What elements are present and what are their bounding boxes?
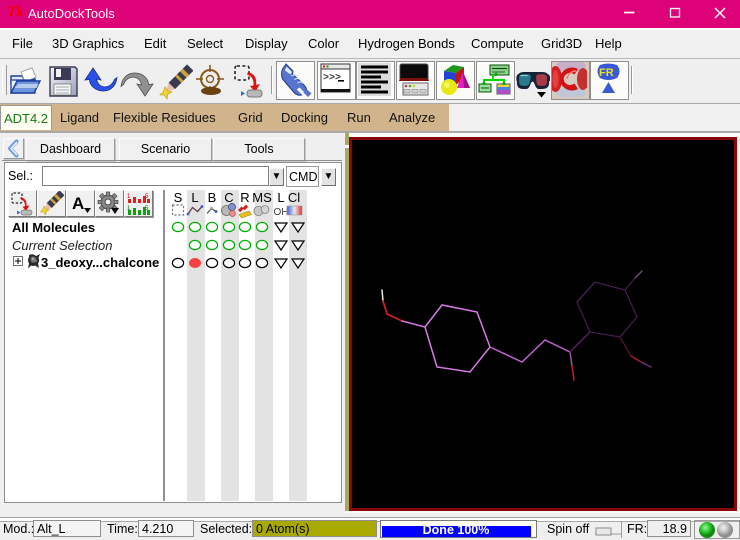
svg-text:S: S [174,190,183,205]
svg-text:FR: FR [599,67,614,79]
svg-text:C: C [224,190,233,205]
svg-text:>>>: >>> [323,73,341,84]
svg-text:Cl: Cl [288,190,300,205]
svg-text:L: L [191,190,198,205]
svg-text:R: R [240,190,249,205]
svg-text:L: L [277,190,284,205]
svg-text:MS: MS [252,190,272,205]
svg-text:A: A [72,194,84,213]
svg-text:OH: OH [274,207,289,218]
svg-text:B: B [208,190,217,205]
